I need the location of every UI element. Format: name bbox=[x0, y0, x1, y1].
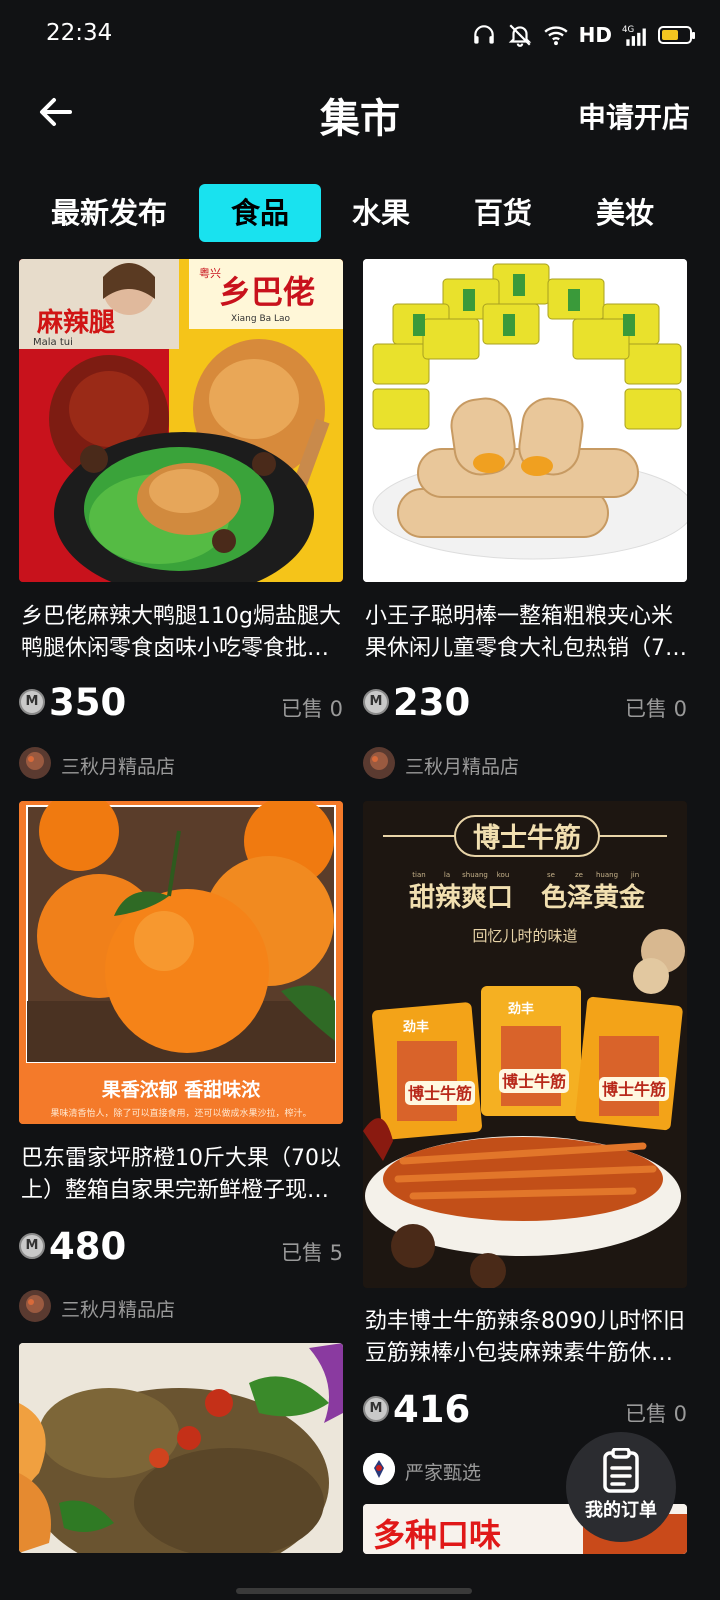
shop-name[interactable]: 三秋月精品店 bbox=[61, 752, 175, 779]
shop-name[interactable]: 严家甄选 bbox=[405, 1458, 481, 1485]
product-price: 230 bbox=[393, 681, 471, 724]
status-icons: HD 4G bbox=[471, 22, 695, 48]
svg-text:Mala tui: Mala tui bbox=[33, 337, 73, 348]
coin-icon: M bbox=[363, 689, 389, 715]
product-price: 480 bbox=[49, 1225, 127, 1268]
headphones-icon bbox=[473, 25, 494, 44]
product-title[interactable]: 乡巴佬麻辣大鸭腿110g焗盐腿大 鸭腿休闲零食卤味小吃零食批… bbox=[21, 601, 343, 665]
tab-general-goods[interactable]: 百货 bbox=[462, 184, 544, 242]
status-bar: 22:34 HD 4G bbox=[0, 0, 720, 70]
clipboard-icon bbox=[603, 1448, 639, 1493]
svg-text:博士牛筋: 博士牛筋 bbox=[502, 1072, 566, 1091]
svg-text:tian: tian bbox=[412, 871, 425, 879]
tab-cosmetics[interactable]: 美妆 bbox=[584, 184, 666, 242]
product-image[interactable]: 麻辣腿 Mala tui 粤兴 乡巴佬 Xiang Ba Lao bbox=[19, 259, 343, 582]
tab-latest[interactable]: 最新发布 bbox=[40, 184, 178, 242]
product-price: 350 bbox=[49, 681, 127, 724]
home-indicator[interactable] bbox=[236, 1588, 472, 1594]
category-tabs: 最新发布 食品 水果 百货 美妆 bbox=[0, 184, 720, 242]
coin-icon: M bbox=[19, 1233, 45, 1259]
product-image[interactable] bbox=[19, 1343, 343, 1553]
coin-icon: M bbox=[19, 689, 45, 715]
svg-text:果味清香怡人，除了可以直接食用，还可以做成水果沙拉，榨汁。: 果味清香怡人，除了可以直接食用，还可以做成水果沙拉，榨汁。 bbox=[50, 1107, 311, 1119]
apply-open-shop-button[interactable]: 申请开店 bbox=[578, 96, 690, 136]
svg-text:果香浓郁 香甜味浓: 果香浓郁 香甜味浓 bbox=[101, 1078, 262, 1101]
wifi-icon bbox=[544, 26, 568, 46]
svg-text:粤兴: 粤兴 bbox=[199, 266, 221, 280]
sold-count: 已售 0 bbox=[280, 697, 343, 721]
svg-text:博士牛筋: 博士牛筋 bbox=[602, 1080, 666, 1099]
product-image[interactable] bbox=[363, 259, 687, 582]
svg-text:kou: kou bbox=[497, 871, 510, 879]
svg-text:Xiang Ba Lao: Xiang Ba Lao bbox=[231, 314, 291, 324]
svg-text:麻辣腿: 麻辣腿 bbox=[36, 307, 115, 338]
product-title[interactable]: 劲丰博士牛筋辣条8090儿时怀旧 豆筋辣棒小包装麻辣素牛筋休… bbox=[365, 1306, 687, 1370]
tab-fruit[interactable]: 水果 bbox=[340, 184, 422, 242]
svg-text:博士牛筋: 博士牛筋 bbox=[473, 822, 581, 854]
my-orders-button[interactable]: 我的订单 bbox=[566, 1432, 676, 1542]
product-card[interactable]: 博士牛筋 tian la shuang kou se ze huang jin … bbox=[363, 801, 687, 1496]
svg-text:劲丰: 劲丰 bbox=[508, 1001, 534, 1017]
top-bar: 集市 申请开店 bbox=[0, 70, 720, 160]
svg-text:回忆儿时的味道: 回忆儿时的味道 bbox=[472, 927, 577, 945]
battery-icon bbox=[658, 26, 695, 44]
network-type: HD bbox=[578, 23, 612, 47]
svg-text:ze: ze bbox=[575, 871, 583, 879]
avatar[interactable] bbox=[19, 747, 51, 779]
svg-text:色泽黄金: 色泽黄金 bbox=[541, 882, 646, 913]
avatar[interactable] bbox=[363, 1453, 395, 1485]
vibrate-mute-icon bbox=[508, 24, 531, 47]
svg-text:甜辣爽口: 甜辣爽口 bbox=[409, 882, 513, 913]
svg-text:la: la bbox=[444, 871, 450, 879]
svg-text:多种口味: 多种口味 bbox=[373, 1516, 501, 1554]
coin-icon: M bbox=[363, 1396, 389, 1422]
svg-text:shuang: shuang bbox=[462, 871, 488, 879]
product-card[interactable]: 果香浓郁 香甜味浓 果味清香怡人，除了可以直接食用，还可以做成水果沙拉，榨汁。 … bbox=[19, 801, 343, 1331]
cellular-signal-icon: 4G bbox=[622, 25, 646, 46]
svg-text:劲丰: 劲丰 bbox=[403, 1019, 429, 1035]
my-orders-label: 我的订单 bbox=[585, 1500, 657, 1521]
product-card[interactable]: 小王子聪明棒一整箱粗粮夹心米 果休闲儿童零食大礼包热销（7… M 230 已售 … bbox=[363, 259, 687, 789]
product-title[interactable]: 小王子聪明棒一整箱粗粮夹心米 果休闲儿童零食大礼包热销（7… bbox=[365, 601, 687, 665]
product-card[interactable] bbox=[19, 1343, 343, 1553]
sold-count: 已售 0 bbox=[624, 1402, 687, 1426]
product-image[interactable]: 果香浓郁 香甜味浓 果味清香怡人，除了可以直接食用，还可以做成水果沙拉，榨汁。 bbox=[19, 801, 343, 1124]
product-card[interactable]: 麻辣腿 Mala tui 粤兴 乡巴佬 Xiang Ba Lao 乡巴佬麻辣大鸭… bbox=[19, 259, 343, 789]
svg-text:乡巴佬: 乡巴佬 bbox=[219, 273, 315, 311]
sold-count: 已售 5 bbox=[280, 1241, 343, 1265]
product-price: 416 bbox=[393, 1388, 471, 1431]
status-time: 22:34 bbox=[46, 20, 113, 46]
product-title[interactable]: 巴东雷家坪脐橙10斤大果（70以 上）整箱自家果完新鲜橙子现… bbox=[21, 1143, 343, 1207]
product-image[interactable]: 博士牛筋 tian la shuang kou se ze huang jin … bbox=[363, 801, 687, 1288]
avatar[interactable] bbox=[363, 747, 395, 779]
svg-text:jin: jin bbox=[630, 871, 639, 879]
avatar[interactable] bbox=[19, 1290, 51, 1322]
tab-food[interactable]: 食品 bbox=[199, 184, 321, 242]
sold-count: 已售 0 bbox=[624, 697, 687, 721]
svg-text:se: se bbox=[547, 871, 555, 879]
shop-name[interactable]: 三秋月精品店 bbox=[61, 1295, 175, 1322]
svg-text:huang: huang bbox=[596, 871, 618, 879]
shop-name[interactable]: 三秋月精品店 bbox=[405, 752, 519, 779]
svg-text:4G: 4G bbox=[622, 25, 634, 35]
svg-text:博士牛筋: 博士牛筋 bbox=[408, 1084, 472, 1103]
